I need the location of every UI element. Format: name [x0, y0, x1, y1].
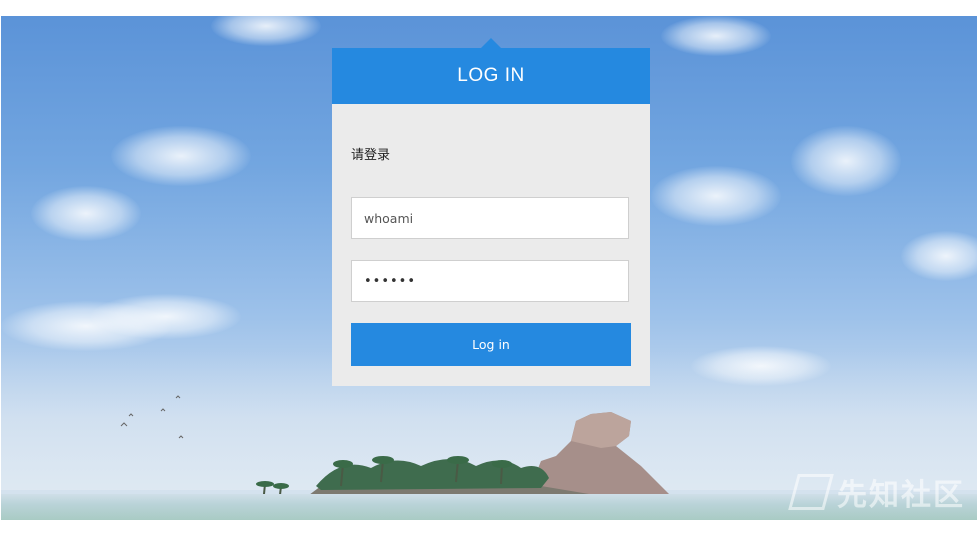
password-input[interactable]: •••••• — [351, 260, 629, 302]
login-prompt: 请登录 — [351, 148, 391, 163]
login-panel: LOG IN 请登录 whoami •••••• Log in — [332, 38, 650, 386]
login-title: LOG IN — [457, 65, 525, 86]
username-input[interactable]: whoami — [351, 197, 629, 239]
birds — [120, 395, 184, 439]
login-header: LOG IN — [332, 38, 650, 104]
xianzhi-logo-icon — [788, 474, 834, 510]
watermark-text: 先知社区 — [837, 478, 965, 513]
password-value: •••••• — [364, 273, 417, 289]
login-button[interactable]: Log in — [351, 323, 631, 366]
watermark: 先知社区 — [788, 470, 965, 514]
login-button-label: Log in — [472, 337, 510, 352]
username-value: whoami — [364, 210, 414, 226]
rock-top — [571, 412, 631, 448]
